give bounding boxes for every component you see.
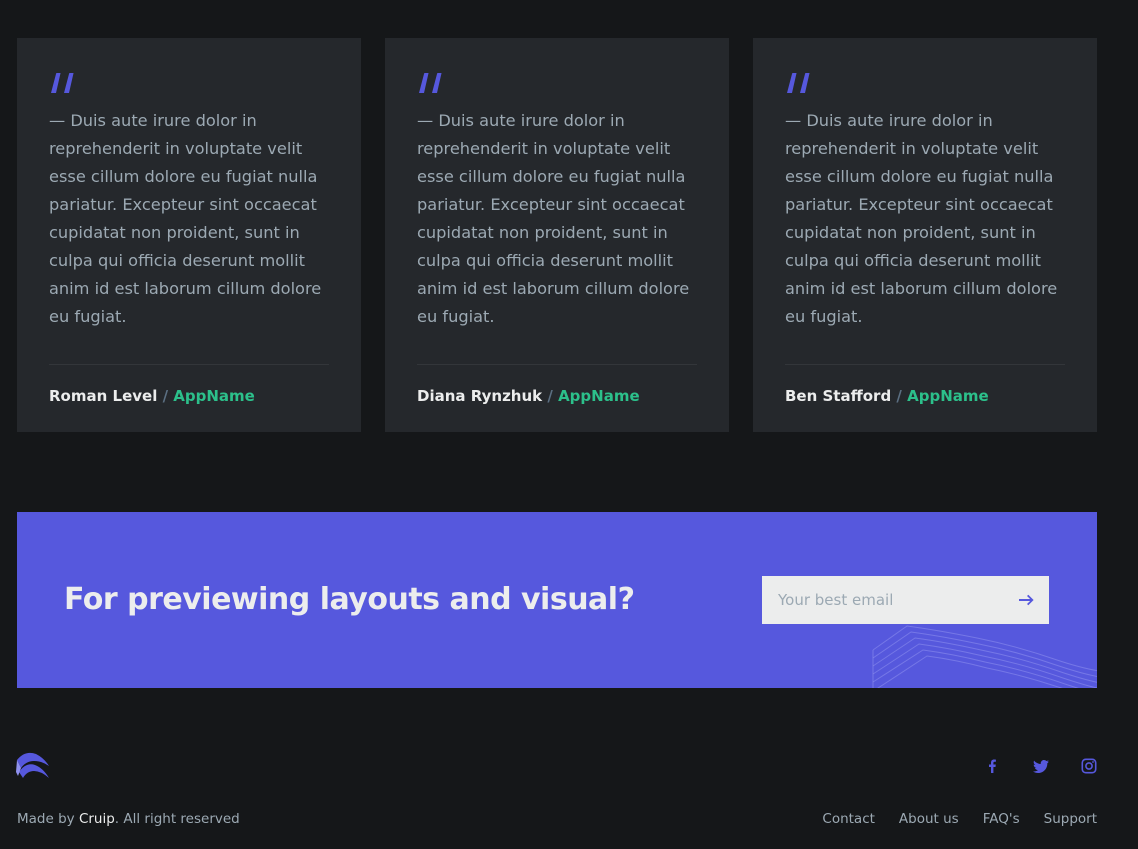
testimonial-quote: — Duis aute irure dolor in reprehenderit… xyxy=(49,111,322,326)
copyright-suffix: . All right reserved xyxy=(114,811,240,827)
separator: / xyxy=(542,387,559,405)
testimonial-author-line: Ben Stafford / AppName xyxy=(785,386,989,406)
footer-link-contact[interactable]: Contact xyxy=(822,810,875,828)
divider xyxy=(417,364,697,365)
facebook-icon[interactable] xyxy=(985,758,1001,774)
testimonial-author-line: Diana Rynzhuk / AppName xyxy=(417,386,640,406)
testimonial-card: — Duis aute irure dolor in reprehenderit… xyxy=(385,38,729,432)
wave-pattern-decoration xyxy=(872,625,1097,688)
arrow-right-icon[interactable] xyxy=(1017,590,1037,610)
email-form xyxy=(762,576,1049,624)
instagram-icon[interactable] xyxy=(1081,758,1097,774)
testimonial-quote: — Duis aute irure dolor in reprehenderit… xyxy=(785,111,1058,326)
testimonial-author: Ben Stafford xyxy=(785,387,892,405)
testimonial-app-link[interactable]: AppName xyxy=(173,387,255,405)
footer-link-support[interactable]: Support xyxy=(1044,810,1097,828)
quote-icon xyxy=(419,73,442,93)
separator: / xyxy=(157,387,174,405)
newsletter-cta: For previewing layouts and visual? xyxy=(17,512,1097,688)
testimonial-card: — Duis aute irure dolor in reprehenderit… xyxy=(753,38,1097,432)
testimonial-author: Roman Level xyxy=(49,387,158,405)
social-links xyxy=(985,758,1097,774)
testimonial-quote: — Duis aute irure dolor in reprehenderit… xyxy=(417,111,690,326)
footer-nav: Contact About us FAQ's Support xyxy=(822,810,1097,828)
separator: / xyxy=(891,387,908,405)
testimonial-card: — Duis aute irure dolor in reprehenderit… xyxy=(17,38,361,432)
quote-icon xyxy=(51,73,74,93)
footer-link-about-us[interactable]: About us xyxy=(899,810,959,828)
brand-logo-icon[interactable] xyxy=(16,750,50,786)
copyright-prefix: Made by xyxy=(17,811,79,827)
cruip-link[interactable]: Cruip xyxy=(79,811,115,827)
footer-link-faqs[interactable]: FAQ's xyxy=(983,810,1020,828)
divider xyxy=(785,364,1065,365)
copyright-text: Made by Cruip. All right reserved xyxy=(17,810,240,828)
twitter-icon[interactable] xyxy=(1033,758,1049,774)
testimonial-author-line: Roman Level / AppName xyxy=(49,386,255,406)
quote-icon xyxy=(787,73,810,93)
email-input[interactable] xyxy=(762,576,1002,624)
testimonial-app-link[interactable]: AppName xyxy=(558,387,640,405)
testimonial-author: Diana Rynzhuk xyxy=(417,387,543,405)
cta-title: For previewing layouts and visual? xyxy=(64,582,635,617)
divider xyxy=(49,364,329,365)
testimonial-app-link[interactable]: AppName xyxy=(907,387,989,405)
testimonials-section: — Duis aute irure dolor in reprehenderit… xyxy=(17,38,1097,432)
